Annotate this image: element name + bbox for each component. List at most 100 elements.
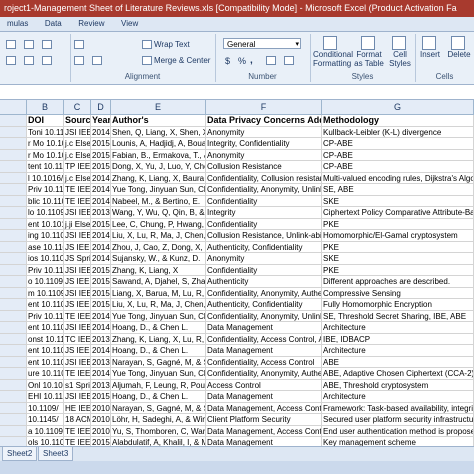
cell-source[interactable]: 18 ACM (64, 414, 91, 426)
cell-year[interactable]: 2015 (91, 391, 111, 403)
row-header-cell[interactable] (0, 414, 27, 426)
cell-privacy-concerns[interactable]: Confidentiality (206, 218, 322, 230)
cell-doi[interactable]: ios 10.1109/ (27, 253, 64, 265)
cell-doi[interactable]: ure 10.1109/ (27, 368, 64, 380)
row-header-cell[interactable] (0, 299, 27, 311)
cell-source[interactable]: JS Springer (64, 253, 91, 265)
cell-doi[interactable]: r Mo 10.1016/ (27, 149, 64, 161)
format-as-table-button[interactable]: Format as Table (352, 36, 386, 68)
column-header-g[interactable]: G (322, 100, 474, 114)
cell-authors[interactable]: Zhang, K, Liang, X, Lu, R, Sh (111, 333, 206, 345)
cell-doi[interactable]: 10.1109/ (27, 402, 64, 414)
cell-doi[interactable]: ent 10.1016/ (27, 218, 64, 230)
cell-doi[interactable]: Onl 10.1007/ (27, 379, 64, 391)
tab-view[interactable]: View (114, 17, 145, 31)
cell-privacy-concerns[interactable]: Confidentiality, Anonymity, Unlinkab (206, 310, 322, 322)
cell-year[interactable]: 2013 (91, 356, 111, 368)
cell-methodology[interactable]: Different approaches are described. (322, 276, 474, 288)
number-format-select[interactable]: General ▾ (223, 38, 301, 49)
cell-year[interactable]: 2015 (91, 138, 111, 150)
cell-authors[interactable]: Zhou, J, Cao, Z, Dong, X, Xio (111, 241, 206, 253)
cell-methodology[interactable]: PKE (322, 264, 474, 276)
cell-privacy-concerns[interactable]: Anonymity (206, 149, 322, 161)
cell-year[interactable]: 2015 (91, 276, 111, 288)
cell-authors[interactable]: Yue Tong, Jinyuan Sun, Chow (111, 184, 206, 196)
cell-source[interactable]: j.c Elsevier Sci (64, 149, 91, 161)
cell-year[interactable]: 2010 (91, 425, 111, 437)
cell-doi[interactable]: l 10.1016/ (27, 172, 64, 184)
cell-styles-button[interactable]: Cell Styles (388, 36, 412, 68)
cell-methodology[interactable]: Homomorphic/El-Gamal cryptosystem (322, 230, 474, 242)
cell-methodology[interactable]: SE, ABE (322, 184, 474, 196)
cell-privacy-concerns[interactable]: Collusion Resistance (206, 161, 322, 173)
cell-source[interactable]: TP IEEE (64, 161, 91, 173)
cell-doi[interactable]: blic 10.1109/ (27, 195, 64, 207)
cell-authors[interactable]: Zhang, K, Liang, X, Baura (111, 172, 206, 184)
cell-authors[interactable]: Sujansky, W., & Kunz, D. (111, 253, 206, 265)
row-header-cell[interactable] (0, 345, 27, 357)
percent-button[interactable]: % (238, 56, 246, 66)
cell-authors[interactable]: Liu, X, Lu, R, Ma, J, Chen, L (111, 230, 206, 242)
row-header-cell[interactable] (0, 391, 27, 403)
column-header-b[interactable]: B (27, 100, 64, 114)
cell-doi[interactable]: onst 10.1109/ (27, 333, 64, 345)
cell-source[interactable]: JSI IEEE (64, 207, 91, 219)
cell-authors[interactable]: Zhang, K, Liang, X (111, 264, 206, 276)
cell-authors[interactable]: Yue Tong, Jinyuan Sun, Chow (111, 310, 206, 322)
row-header-cell[interactable] (0, 310, 27, 322)
cell-source[interactable]: JS IEEE (64, 299, 91, 311)
cell-authors[interactable]: Hoang, D., & Chen L. (111, 322, 206, 334)
comma-button[interactable]: , (250, 56, 253, 66)
cell-source[interactable]: TE IEEE (64, 195, 91, 207)
cell-methodology[interactable]: ABE, Threshold cryptosystem (322, 379, 474, 391)
row-header-cell[interactable] (0, 368, 27, 380)
increase-decimal-icon[interactable] (266, 56, 278, 66)
cell-privacy-concerns[interactable]: Access Control (206, 379, 322, 391)
column-header-c[interactable]: C (64, 100, 91, 114)
cell-methodology[interactable]: SKE (322, 195, 474, 207)
cell-methodology[interactable]: Secured user platform security infrastru… (322, 414, 474, 426)
currency-button[interactable]: $ (225, 56, 230, 66)
cell-authors[interactable]: Wang, Y, Wu, Q, Qin, B, & Do (111, 207, 206, 219)
cell-authors[interactable]: Aljumah, F, Leung, R, Pourza (111, 379, 206, 391)
cell-doi[interactable]: o 10.1109/ (27, 276, 64, 288)
cell-year[interactable]: 2015 (91, 149, 111, 161)
cell-year[interactable]: 2013 (91, 207, 111, 219)
header-cell-doi[interactable]: DOI (27, 115, 64, 127)
cell-methodology[interactable]: Framework: Task-based availability, inte… (322, 402, 474, 414)
cell-year[interactable]: 2013 (91, 379, 111, 391)
cell-doi[interactable]: 10.1145/ (27, 414, 64, 426)
cell-authors[interactable]: Narayan, S, Gagné, M, & Safa (111, 402, 206, 414)
column-header-e[interactable]: E (111, 100, 206, 114)
cell-year[interactable]: 2014 (91, 126, 111, 138)
cell-authors[interactable]: Lee, C, Chung, P, Hwang, M (111, 218, 206, 230)
row-header-cell[interactable] (0, 402, 27, 414)
align-right-icon[interactable] (42, 56, 54, 66)
cell-privacy-concerns[interactable]: Confidentiality (206, 264, 322, 276)
row-header-cell[interactable] (0, 138, 27, 150)
header-cell-privacy-concerns[interactable]: Data Privacy Concerns Addres (206, 115, 322, 127)
cell-doi[interactable]: lo 10.1109/ (27, 207, 64, 219)
tab-formulas[interactable]: mulas (0, 17, 35, 31)
cell-source[interactable]: j.c Elsevier Sci (64, 172, 91, 184)
cell-year[interactable]: 2014 (91, 322, 111, 334)
select-all-corner[interactable] (0, 100, 27, 114)
cell-doi[interactable]: a 10.1109/ (27, 425, 64, 437)
cell-methodology[interactable]: CP-ABE (322, 149, 474, 161)
row-header-cell[interactable] (0, 230, 27, 242)
align-center-icon[interactable] (24, 56, 36, 66)
row-header-cell[interactable] (0, 322, 27, 334)
cell-privacy-concerns[interactable]: Data Management (206, 322, 322, 334)
cell-source[interactable]: JS IEEE (64, 241, 91, 253)
cell-year[interactable]: 2014 (91, 241, 111, 253)
cell-year[interactable]: 2015 (91, 264, 111, 276)
row-header-cell[interactable] (0, 241, 27, 253)
align-middle-icon[interactable] (24, 40, 36, 50)
cell-source[interactable]: JSI IEEE (64, 391, 91, 403)
cell-source[interactable]: JSI IEEE (64, 356, 91, 368)
row-header-cell[interactable] (0, 333, 27, 345)
cell-privacy-concerns[interactable]: Confidentiality, Anonymity, Unlinkab (206, 184, 322, 196)
cell-privacy-concerns[interactable]: Data Management, Access Control (206, 425, 322, 437)
cell-doi[interactable]: tent 10.1109/ (27, 161, 64, 173)
cell-methodology[interactable]: Ciphertext Policy Comparative Attribute-… (322, 207, 474, 219)
